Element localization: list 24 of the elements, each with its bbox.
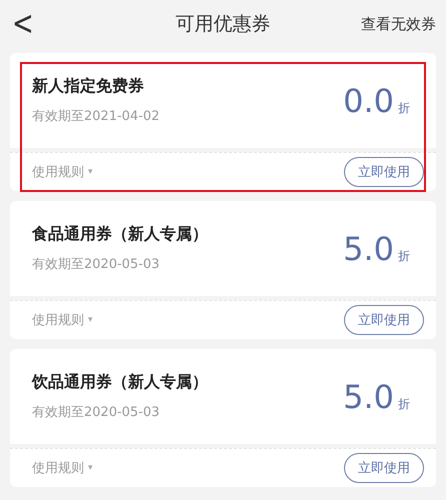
coupon-name: 饮品通用券（新人专属） — [32, 372, 209, 393]
discount-value: 5.0 — [343, 230, 394, 268]
discount-value: 0.0 — [343, 82, 394, 120]
page-title: 可用优惠券 — [176, 12, 270, 37]
discount-unit: 折 — [398, 396, 410, 412]
rules-toggle[interactable]: 使用规则 — [32, 163, 84, 181]
use-now-button[interactable]: 立即使用 — [344, 453, 424, 483]
caret-icon[interactable]: ▾ — [88, 315, 93, 325]
coupon-validity: 有效期至2021-04-02 — [32, 108, 161, 125]
caret-icon[interactable]: ▾ — [88, 463, 93, 473]
discount-unit: 折 — [398, 100, 410, 116]
view-invalid-link[interactable]: 查看无效券 — [361, 14, 436, 34]
back-button[interactable]: < — [12, 4, 34, 44]
discount-unit: 折 — [398, 248, 410, 264]
caret-icon[interactable]: ▾ — [88, 167, 93, 177]
rules-toggle[interactable]: 使用规则 — [32, 459, 84, 477]
coupon-name: 新人指定免费券 — [32, 76, 145, 97]
use-now-button[interactable]: 立即使用 — [344, 305, 424, 335]
discount-value: 5.0 — [343, 378, 394, 416]
rules-toggle[interactable]: 使用规则 — [32, 311, 84, 329]
coupon-validity: 有效期至2020-05-03 — [32, 404, 161, 421]
coupon-validity: 有效期至2020-05-03 — [32, 256, 161, 273]
use-now-button[interactable]: 立即使用 — [344, 157, 424, 187]
coupon-name: 食品通用券（新人专属） — [32, 224, 209, 245]
